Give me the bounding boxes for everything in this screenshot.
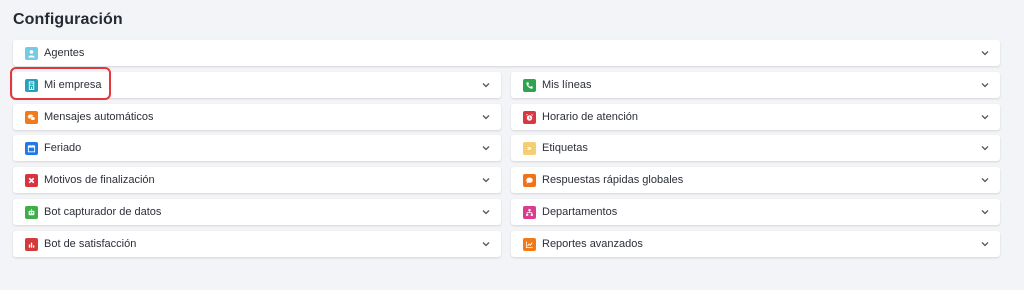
section-label: Etiquetas <box>542 142 588 154</box>
chevron-down-icon[interactable] <box>980 48 990 58</box>
section-feriado[interactable]: Feriado <box>13 135 501 161</box>
section-bot-capturador[interactable]: Bot capturador de datos <box>13 199 501 225</box>
section-label: Bot de satisfacción <box>44 238 137 250</box>
bar-chart-icon <box>25 237 38 251</box>
chevron-down-icon[interactable] <box>980 112 990 122</box>
section-label: Departamentos <box>542 206 618 218</box>
chevron-down-icon[interactable] <box>481 112 491 122</box>
chevron-down-icon[interactable] <box>980 143 990 153</box>
page-title: Configuración <box>13 11 123 28</box>
chevron-down-icon[interactable] <box>980 175 990 185</box>
section-label: Reportes avanzados <box>542 238 643 250</box>
section-label: Bot capturador de datos <box>44 206 162 218</box>
chevron-down-icon[interactable] <box>481 143 491 153</box>
section-label: Mensajes automáticos <box>44 111 154 123</box>
line-chart-icon <box>523 237 536 251</box>
section-label: Feriado <box>44 142 82 154</box>
section-respuestas-rapidas[interactable]: Respuestas rápidas globales <box>511 167 1000 193</box>
chevron-down-icon[interactable] <box>481 239 491 249</box>
section-departamentos[interactable]: Departamentos <box>511 199 1000 225</box>
chevron-down-icon[interactable] <box>980 80 990 90</box>
section-mis-lineas[interactable]: Mis líneas <box>511 72 1000 98</box>
close-x-icon <box>25 173 38 187</box>
section-label: Motivos de finalización <box>44 174 155 186</box>
phone-icon <box>523 78 536 92</box>
chevron-down-icon[interactable] <box>980 207 990 217</box>
speech-bubble-icon <box>523 173 536 187</box>
chevron-down-icon[interactable] <box>481 207 491 217</box>
chevron-down-icon[interactable] <box>980 239 990 249</box>
org-chart-icon <box>523 205 536 219</box>
tag-icon <box>523 141 536 155</box>
section-agentes[interactable]: Agentes <box>13 40 1000 66</box>
section-bot-satisfaccion[interactable]: Bot de satisfacción <box>13 231 501 257</box>
section-mi-empresa[interactable]: Mi empresa <box>13 72 501 98</box>
section-label: Mis líneas <box>542 79 592 91</box>
user-icon <box>25 46 38 60</box>
chevron-down-icon[interactable] <box>481 80 491 90</box>
section-mensajes-automaticos[interactable]: Mensajes automáticos <box>13 104 501 130</box>
calendar-icon <box>25 141 38 155</box>
alarm-clock-icon <box>523 110 536 124</box>
section-reportes-avanzados[interactable]: Reportes avanzados <box>511 231 1000 257</box>
section-horario-atencion[interactable]: Horario de atención <box>511 104 1000 130</box>
section-label: Respuestas rápidas globales <box>542 174 684 186</box>
chat-bubbles-icon <box>25 110 38 124</box>
robot-icon <box>25 205 38 219</box>
section-label: Horario de atención <box>542 111 639 123</box>
section-etiquetas[interactable]: Etiquetas <box>511 135 1000 161</box>
building-icon <box>25 78 38 92</box>
section-label: Agentes <box>44 47 85 59</box>
section-motivos-finalizacion[interactable]: Motivos de finalización <box>13 167 501 193</box>
chevron-down-icon[interactable] <box>481 175 491 185</box>
section-label: Mi empresa <box>44 79 102 91</box>
